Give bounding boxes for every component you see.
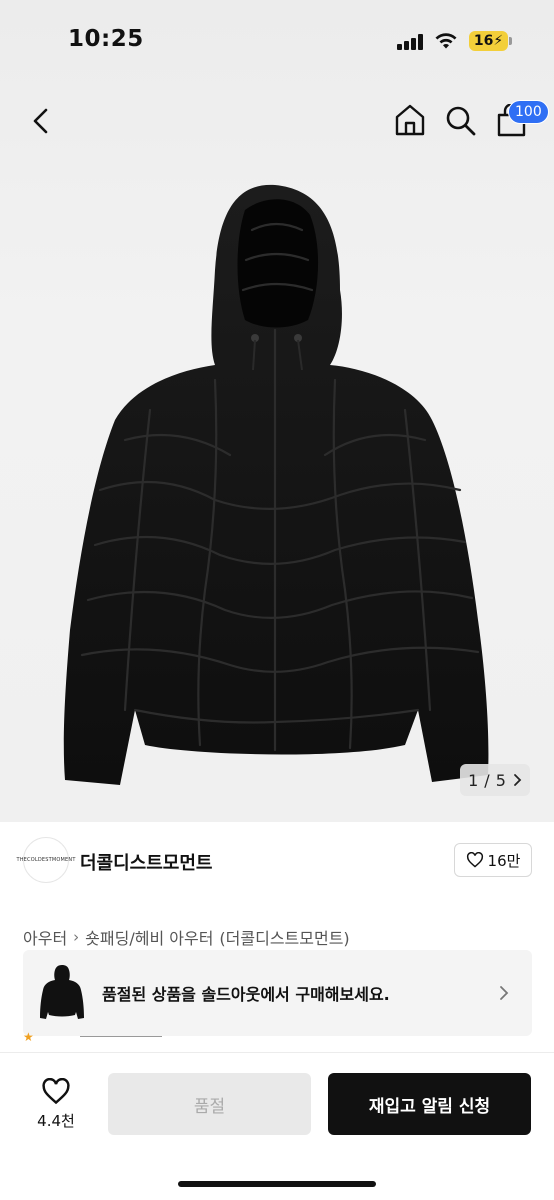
breadcrumb: 아우터 › 숏패딩/헤비 아우터 (더콜디스트모먼트) [23,925,350,949]
brand-logo[interactable]: THECOLDESTMOMENT [16,837,75,883]
battery-indicator: 16⚡ [469,31,508,51]
breadcrumb-item-short-padding[interactable]: 숏패딩/헤비 아우터 [85,925,213,949]
soldout-banner[interactable]: 품절된 상품을 솔드아웃에서 구매해보세요. [23,950,532,1036]
chevron-right-icon: › [73,928,80,946]
wishlist-count: 4.4천 [37,1112,75,1130]
image-counter-separator: / [484,770,490,790]
home-indicator [178,1181,376,1187]
soldout-button: 품절 [108,1073,311,1135]
back-button[interactable] [26,104,56,138]
search-icon[interactable] [444,104,478,138]
breadcrumb-item-brand[interactable]: (더콜디스트모먼트) [219,925,349,949]
wifi-icon [435,33,457,49]
banner-product-thumbnail [40,965,84,1019]
restock-alert-button[interactable]: 재입고 알림 신청 [328,1073,531,1135]
image-counter-current: 1 [468,770,479,790]
brand-name[interactable]: 더콜디스트모먼트 [80,849,212,875]
brand-like-count: 16만 [487,851,521,870]
signal-icon [397,34,423,50]
star-icon: ★ [23,1030,34,1042]
product-image[interactable] [40,170,514,810]
divider [80,1036,162,1037]
brand-like-button[interactable]: 16만 [454,843,532,877]
brand-logo-text: THECOLDESTMOMENT [16,857,76,863]
battery-tip [509,37,512,45]
image-counter-total: 5 [495,770,506,790]
status-time: 10:25 [68,26,144,52]
chevron-right-icon [500,986,509,1000]
soldout-banner-message: 품절된 상품을 솔드아웃에서 구매해보세요. [102,985,390,1004]
cart-count-badge: 100 [508,100,549,124]
heart-icon [466,852,483,868]
image-counter[interactable]: 1 / 5 [460,764,530,796]
home-icon[interactable] [392,102,428,138]
heart-icon [42,1078,70,1105]
breadcrumb-item-outer[interactable]: 아우터 [23,925,67,949]
product-page: 10:25 16⚡ 100 1 / 5 THECOLDESTMOMENT 더콜디… [0,0,554,1200]
chevron-right-icon [513,774,522,786]
